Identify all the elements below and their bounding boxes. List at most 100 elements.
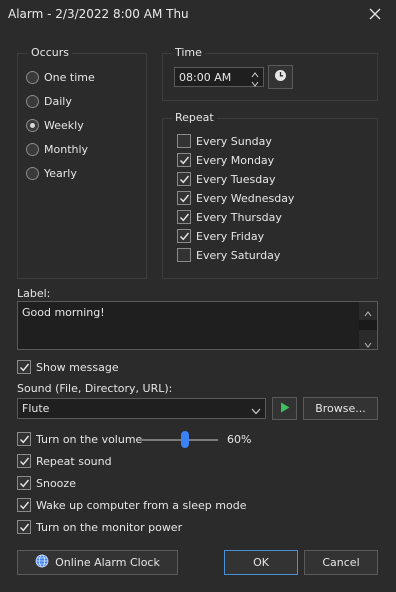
- radio-monthly[interactable]: [26, 143, 39, 156]
- occurs-option-monthly[interactable]: Monthly: [26, 143, 88, 156]
- occurs-option-label: Daily: [44, 95, 72, 108]
- repeat-sound-label: Repeat sound: [36, 454, 112, 468]
- repeat-day-label: Every Tuesday: [196, 172, 276, 186]
- repeat-day-monday[interactable]: Every Monday: [177, 153, 274, 167]
- scroll-thumb[interactable]: [359, 320, 377, 330]
- play-button[interactable]: [272, 397, 297, 420]
- check-icon: [19, 479, 29, 487]
- monitor-power-label: Turn on the monitor power: [36, 520, 183, 534]
- volume-slider[interactable]: [138, 430, 218, 450]
- volume-label: Turn on the volume: [36, 432, 143, 446]
- tuesday-checkbox[interactable]: [177, 172, 191, 186]
- repeat-day-label: Every Friday: [196, 229, 265, 243]
- occurs-option-weekly[interactable]: Weekly: [26, 119, 84, 132]
- snooze-checkbox[interactable]: [17, 476, 31, 490]
- radio-yearly[interactable]: [26, 167, 39, 180]
- time-picker[interactable]: 08:00 AM: [174, 67, 264, 87]
- monitor-power-option[interactable]: Turn on the monitor power: [17, 520, 182, 534]
- repeat-day-thursday[interactable]: Every Thursday: [177, 210, 282, 224]
- window-title: Alarm - 2/3/2022 8:00 AM Thu: [8, 7, 189, 21]
- volume-slider-thumb[interactable]: [181, 431, 189, 448]
- check-icon: [179, 156, 189, 164]
- close-button[interactable]: [360, 0, 390, 30]
- check-icon: [179, 232, 189, 240]
- repeat-day-label: Every Monday: [196, 153, 275, 167]
- chevron-down-icon: [251, 405, 261, 418]
- label-caption: Label:: [17, 287, 51, 300]
- sunday-checkbox[interactable]: [177, 134, 191, 148]
- time-legend: Time: [172, 46, 205, 59]
- cancel-button[interactable]: Cancel: [304, 550, 378, 575]
- occurs-option-label: Yearly: [44, 167, 77, 180]
- saturday-checkbox[interactable]: [177, 248, 191, 262]
- occurs-legend: Occurs: [28, 46, 72, 59]
- sound-value: Flute: [22, 402, 50, 415]
- wake-up-option[interactable]: Wake up computer from a sleep mode: [17, 498, 246, 512]
- sound-select[interactable]: Flute: [17, 398, 266, 419]
- snooze-option[interactable]: Snooze: [17, 476, 76, 490]
- check-icon: [19, 523, 29, 531]
- monitor-power-checkbox[interactable]: [17, 520, 31, 534]
- time-value: 08:00 AM: [179, 71, 232, 84]
- volume-value: 60%: [227, 433, 252, 446]
- repeat-day-saturday[interactable]: Every Saturday: [177, 248, 280, 262]
- sound-caption: Sound (File, Directory, URL):: [17, 382, 173, 395]
- repeat-day-label: Every Thursday: [196, 210, 282, 224]
- repeat-sound-option[interactable]: Repeat sound: [17, 454, 112, 468]
- check-icon: [19, 435, 29, 443]
- check-icon: [179, 175, 189, 183]
- wednesday-checkbox[interactable]: [177, 191, 191, 205]
- occurs-option-label: Weekly: [44, 119, 84, 132]
- repeat-day-label: Every Sunday: [196, 134, 272, 148]
- wake-up-checkbox[interactable]: [17, 498, 31, 512]
- wake-up-label: Wake up computer from a sleep mode: [36, 498, 247, 512]
- radio-weekly[interactable]: [26, 119, 39, 132]
- monday-checkbox[interactable]: [177, 153, 191, 167]
- snooze-label: Snooze: [36, 476, 76, 490]
- radio-daily[interactable]: [26, 95, 39, 108]
- check-icon: [19, 457, 29, 465]
- scroll-down-icon[interactable]: [364, 338, 372, 351]
- occurs-option-label: Monthly: [44, 143, 89, 156]
- repeat-legend: Repeat: [172, 111, 217, 124]
- friday-checkbox[interactable]: [177, 229, 191, 243]
- label-textarea[interactable]: Good morning!: [17, 301, 378, 350]
- show-message-option[interactable]: Show message: [17, 360, 119, 374]
- repeat-day-label: Every Wednesday: [196, 191, 295, 205]
- clock-button[interactable]: [268, 65, 293, 89]
- occurs-option-label: One time: [44, 71, 95, 84]
- occurs-option-yearly[interactable]: Yearly: [26, 167, 77, 180]
- online-alarm-clock-label: Online Alarm Clock: [55, 556, 160, 569]
- scroll-up-icon[interactable]: [364, 307, 372, 320]
- show-message-checkbox[interactable]: [17, 360, 31, 374]
- check-icon: [179, 194, 189, 202]
- label-text: Good morning!: [22, 306, 105, 319]
- show-message-label: Show message: [36, 360, 119, 374]
- repeat-day-tuesday[interactable]: Every Tuesday: [177, 172, 276, 186]
- check-icon: [19, 501, 29, 509]
- label-scrollbar[interactable]: [359, 302, 377, 349]
- radio-selected-dot: [30, 123, 35, 128]
- time-down-icon[interactable]: [251, 78, 259, 91]
- repeat-day-wednesday[interactable]: Every Wednesday: [177, 191, 294, 205]
- check-icon: [179, 213, 189, 221]
- browse-button[interactable]: Browse...: [303, 397, 378, 420]
- repeat-day-friday[interactable]: Every Friday: [177, 229, 264, 243]
- repeat-day-sunday[interactable]: Every Sunday: [177, 134, 272, 148]
- occurs-group: [17, 53, 147, 279]
- online-alarm-clock-button[interactable]: Online Alarm Clock: [17, 550, 178, 575]
- check-icon: [19, 363, 29, 371]
- close-icon: [369, 8, 381, 23]
- volume-checkbox[interactable]: [17, 432, 31, 446]
- ok-button[interactable]: OK: [224, 550, 298, 575]
- volume-option[interactable]: Turn on the volume: [17, 432, 142, 446]
- occurs-option-daily[interactable]: Daily: [26, 95, 72, 108]
- radio-one-time[interactable]: [26, 71, 39, 84]
- repeat-sound-checkbox[interactable]: [17, 454, 31, 468]
- occurs-option-one-time[interactable]: One time: [26, 71, 95, 84]
- volume-slider-track: [138, 439, 218, 441]
- thursday-checkbox[interactable]: [177, 210, 191, 224]
- repeat-day-label: Every Saturday: [196, 248, 281, 262]
- globe-icon: [35, 554, 49, 571]
- clock-icon: [274, 69, 287, 85]
